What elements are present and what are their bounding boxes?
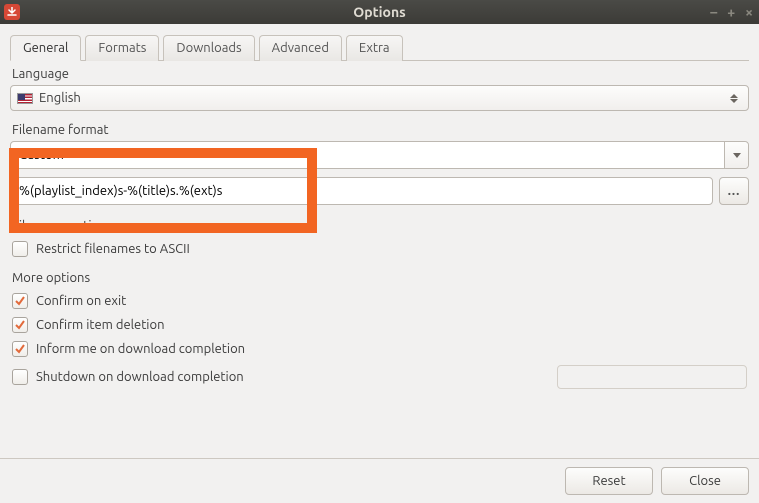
tab-advanced[interactable]: Advanced [259,35,342,61]
confirm-exit-checkbox[interactable] [12,293,28,309]
tab-general[interactable]: General [10,35,81,61]
flag-us-icon [17,93,33,104]
shutdown-complete-checkbox[interactable] [12,369,28,385]
confirm-exit-label: Confirm on exit [36,294,126,308]
shutdown-complete-label: Shutdown on download completion [36,370,549,384]
filename-options-label: Filename options [12,219,749,233]
filename-template-input[interactable] [10,177,713,205]
tab-downloads[interactable]: Downloads [163,35,254,61]
restrict-ascii-checkbox[interactable] [12,241,28,257]
filename-preset-combo[interactable] [10,141,749,169]
reset-button[interactable]: Reset [565,467,653,495]
tab-formats[interactable]: Formats [85,35,159,61]
close-button[interactable]: Close [661,467,749,495]
titlebar: Options – + × [0,0,759,24]
confirm-delete-checkbox[interactable] [12,317,28,333]
spinner-icon [730,88,744,108]
dialog-buttons: Reset Close [0,458,759,503]
filename-preset-input[interactable] [11,142,724,168]
tab-extra[interactable]: Extra [346,35,403,61]
more-options-label: More options [12,271,749,285]
close-window-button[interactable]: × [745,4,753,20]
language-select[interactable]: English [10,85,749,111]
inform-complete-label: Inform me on download completion [36,342,245,356]
confirm-delete-label: Confirm item deletion [36,318,165,332]
app-icon [4,4,20,20]
minimize-button[interactable]: – [710,4,717,20]
shutdown-command-field [557,365,747,389]
window-title: Options [0,4,759,20]
tabbar: General Formats Downloads Advanced Extra [10,34,749,61]
chevron-down-icon [733,153,741,158]
filename-format-label: Filename format [12,123,749,137]
language-value: English [39,91,81,105]
inform-complete-checkbox[interactable] [12,341,28,357]
language-label: Language [12,67,749,81]
restrict-ascii-label: Restrict filenames to ASCII [36,242,190,256]
browse-button[interactable]: ... [719,177,749,205]
maximize-button[interactable]: + [727,4,735,20]
dropdown-button[interactable] [724,142,748,168]
